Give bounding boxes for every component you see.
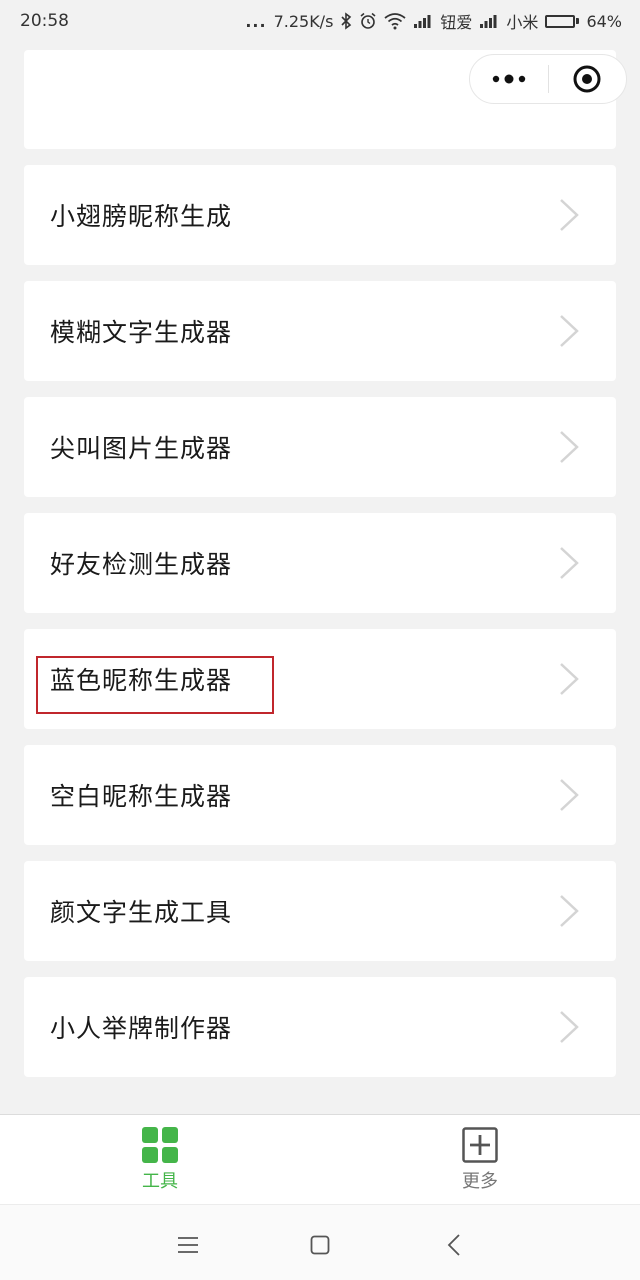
nav-menu-button[interactable] bbox=[170, 1227, 206, 1263]
wifi-icon bbox=[384, 12, 406, 30]
list-item-label: 尖叫图片生成器 bbox=[50, 434, 233, 463]
carrier-1: 钮爱 bbox=[440, 13, 473, 32]
chevron-right-icon bbox=[560, 779, 579, 811]
alarm-icon bbox=[359, 12, 377, 30]
list-item-label: 小翅膀昵称生成 bbox=[50, 202, 233, 231]
more-options-button[interactable] bbox=[470, 55, 548, 103]
list-item-kaomoji[interactable]: 颜文字生成工具 bbox=[24, 861, 616, 961]
nav-back-button[interactable] bbox=[436, 1227, 472, 1263]
list-item-blur-text[interactable]: 模糊文字生成器 bbox=[24, 281, 616, 381]
signal-icon bbox=[413, 13, 433, 29]
list-item-label: 小人举牌制作器 bbox=[50, 1014, 233, 1043]
nav-home-button[interactable] bbox=[302, 1227, 338, 1263]
bluetooth-icon bbox=[340, 12, 352, 30]
battery-percent: 64% bbox=[586, 11, 622, 31]
close-target-icon bbox=[573, 65, 601, 93]
list-item-label: 蓝色昵称生成器 bbox=[50, 666, 233, 695]
back-icon bbox=[447, 1234, 460, 1256]
menu-icon bbox=[178, 1237, 198, 1253]
list-item-label: 模糊文字生成器 bbox=[50, 318, 233, 347]
list-item-friend-check[interactable]: 好友检测生成器 bbox=[24, 513, 616, 613]
list-item-sign-maker[interactable]: 小人举牌制作器 bbox=[24, 977, 616, 1077]
home-icon bbox=[310, 1235, 330, 1255]
tab-more-label: 更多 bbox=[462, 1171, 498, 1192]
chevron-right-icon bbox=[560, 1011, 579, 1043]
status-bar: 20:58 ... 7.25K/s 钮爱 小米 64% bbox=[0, 0, 640, 42]
network-speed: 7.25K/s bbox=[273, 11, 334, 31]
status-time: 20:58 bbox=[20, 11, 69, 31]
signal-icon bbox=[479, 13, 499, 29]
status-dots: ... bbox=[245, 11, 267, 31]
tab-tools[interactable]: 工具 bbox=[0, 1115, 320, 1204]
more-dots-icon bbox=[492, 74, 525, 84]
miniprogram-capsule bbox=[469, 54, 627, 104]
close-miniprogram-button[interactable] bbox=[549, 55, 627, 103]
chevron-right-icon bbox=[560, 663, 579, 695]
list-item-label: 好友检测生成器 bbox=[50, 550, 233, 579]
list-item-label: 颜文字生成工具 bbox=[50, 898, 233, 927]
chevron-right-icon bbox=[560, 547, 579, 579]
list-item-scream-image[interactable]: 尖叫图片生成器 bbox=[24, 397, 616, 497]
plus-square-icon bbox=[462, 1127, 498, 1163]
chevron-right-icon bbox=[560, 315, 579, 347]
tab-more[interactable]: 更多 bbox=[320, 1115, 640, 1204]
chevron-right-icon bbox=[560, 431, 579, 463]
chevron-right-icon bbox=[560, 199, 579, 231]
bottom-tab-bar: 工具 更多 bbox=[0, 1114, 640, 1204]
list-item-blank-nickname[interactable]: 空白昵称生成器 bbox=[24, 745, 616, 845]
battery-icon bbox=[545, 14, 580, 28]
chevron-right-icon bbox=[560, 895, 579, 927]
list-item-label: 空白昵称生成器 bbox=[50, 782, 233, 811]
system-nav-bar bbox=[0, 1204, 640, 1280]
list-item-blue-nickname[interactable]: 蓝色昵称生成器 bbox=[24, 629, 616, 729]
grid-icon bbox=[142, 1127, 178, 1163]
tool-list: 小翅膀昵称生成 模糊文字生成器 尖叫图片生成器 好友检测生成器 蓝色昵称生成器 … bbox=[0, 0, 640, 1114]
carrier-2: 小米 bbox=[506, 13, 539, 32]
tab-tools-label: 工具 bbox=[142, 1171, 178, 1192]
list-item-wing-nickname[interactable]: 小翅膀昵称生成 bbox=[24, 165, 616, 265]
